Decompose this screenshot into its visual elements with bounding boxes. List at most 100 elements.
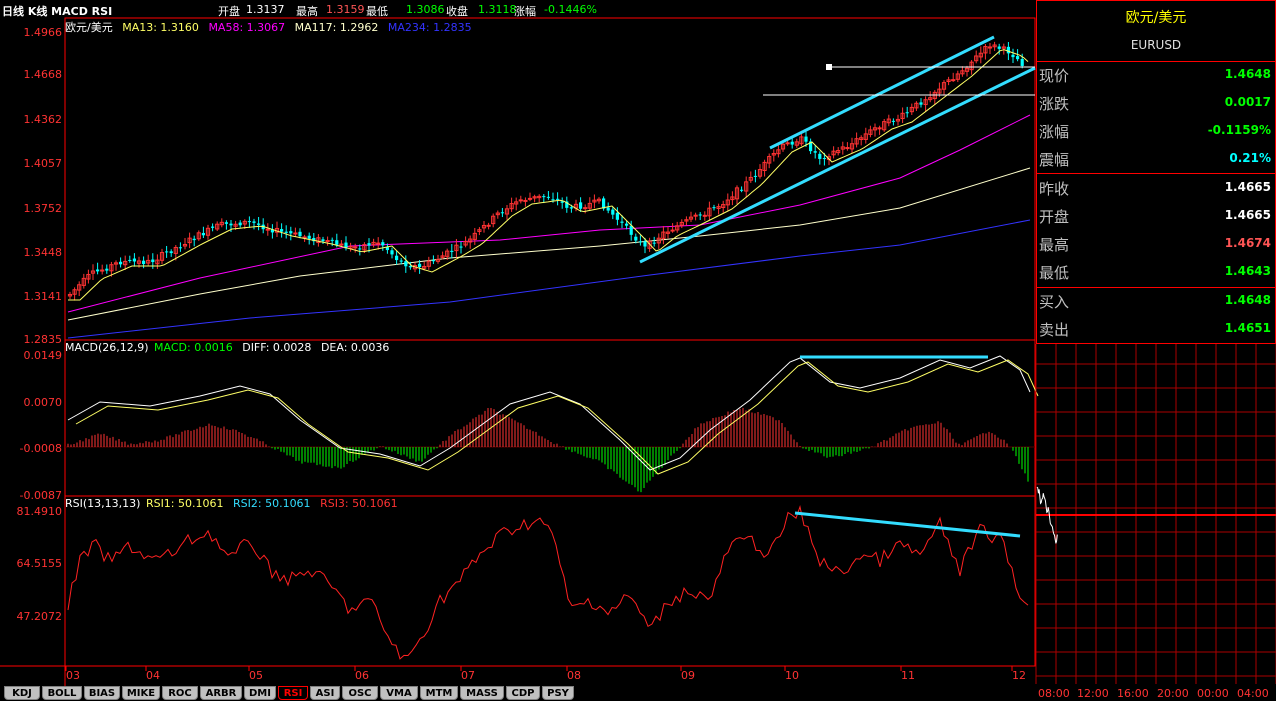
candle-body: [845, 147, 850, 150]
ma234-label: MA234: 1.2835: [387, 21, 472, 34]
macd-legend: MACD(26,12,9) MACD: 0.0016 DIFF: 0.0028 …: [65, 341, 395, 354]
macd-value: MACD: 0.0016: [154, 341, 233, 354]
x-tick-label: 09: [681, 669, 695, 682]
quote-row-label: 震幅: [1039, 151, 1070, 169]
quote-row-value: 1.4674: [1224, 236, 1271, 250]
rsi1-value: RSI1: 50.1061: [145, 497, 224, 510]
tab-bias[interactable]: BIAS: [84, 686, 120, 700]
candle-body: [698, 214, 702, 216]
tab-dmi[interactable]: DMI: [244, 686, 276, 700]
candle-body: [891, 120, 895, 122]
quote-row-bid: 买入 1.4648: [1037, 287, 1275, 315]
quote-row-value: -0.1159%: [1207, 123, 1271, 137]
macd-y-tick-label: 0.0070: [23, 396, 63, 409]
rsi-trend-line: [794, 511, 1021, 538]
candle-body: [211, 226, 215, 228]
x-tick-label: 04: [146, 669, 160, 682]
candle-body: [560, 201, 564, 203]
quote-row-change: 涨跌 0.0017: [1037, 89, 1275, 117]
ma234-path: [67, 219, 1031, 339]
quote-row-label: 涨幅: [1039, 123, 1070, 141]
y-tick-label: 1.3448: [23, 246, 63, 259]
tab-osc[interactable]: OSC: [342, 686, 378, 700]
tab-roc[interactable]: ROC: [162, 686, 198, 700]
quote-row-ask: 卖出 1.4651: [1037, 315, 1275, 343]
quote-row-value: 1.4651: [1224, 321, 1271, 335]
candle-body: [247, 221, 251, 223]
macd-title: MACD(26,12,9): [65, 341, 149, 354]
candle-body: [418, 263, 422, 267]
rsi3-value: RSI3: 50.1061: [320, 497, 398, 510]
channel-upper-line: [769, 35, 995, 150]
y-tick-label: 1.2835: [23, 333, 63, 346]
tab-mass[interactable]: MASS: [460, 686, 504, 700]
candle-body: [1020, 58, 1024, 66]
quote-row-high: 最高 1.4674: [1037, 230, 1275, 258]
intraday-time-label: 12:00: [1077, 687, 1109, 700]
candle-body: [395, 255, 399, 261]
candle-body: [224, 222, 228, 224]
rsi-path: [67, 504, 1029, 660]
candle-body: [527, 197, 533, 200]
x-tick-label: 08: [567, 669, 581, 682]
intraday-time-label: 00:00: [1197, 687, 1229, 700]
rsi-line: [67, 504, 1029, 660]
tab-mtm[interactable]: MTM: [420, 686, 458, 700]
quote-panel: 欧元/美元 EURUSD 现价 1.4648 涨跌 0.0017 涨幅 -0.1159…: [1036, 0, 1276, 344]
x-tick-label: 07: [461, 669, 475, 682]
candle-body: [339, 243, 344, 246]
tab-arbr[interactable]: ARBR: [200, 686, 242, 700]
candle-body: [399, 260, 403, 262]
rsi2-value: RSI2: 50.1061: [233, 497, 311, 510]
quote-code: EURUSD: [1130, 38, 1182, 52]
candle-body: [579, 202, 583, 209]
tab-boll[interactable]: BOLL: [42, 686, 82, 700]
quote-row-low: 最低 1.4643: [1037, 258, 1275, 286]
candle-body: [1016, 56, 1020, 60]
ma234-line: [67, 219, 1031, 339]
candle-body: [381, 242, 385, 246]
candle-body: [583, 207, 588, 210]
candle-body: [325, 240, 330, 243]
quote-row-label: 最高: [1039, 236, 1070, 254]
candle-body: [1011, 54, 1015, 58]
quote-row-value: 0.21%: [1229, 151, 1271, 165]
tab-rsi[interactable]: RSI: [278, 686, 308, 700]
macd-y-tick-label: 0.0149: [23, 349, 63, 362]
horizontal-line-handle[interactable]: [826, 64, 832, 70]
tab-vma[interactable]: VMA: [380, 686, 418, 700]
candle-body: [257, 223, 261, 225]
candle-body: [997, 46, 1001, 49]
candle-body: [169, 251, 173, 254]
candle-body: [165, 251, 169, 253]
intraday-time-label: 08:00: [1038, 687, 1070, 700]
indicator-tabs: KDJ BOLL BIAS MIKE ROC ARBR DMI RSI ASI …: [0, 686, 1036, 701]
tab-cdp[interactable]: CDP: [506, 686, 540, 700]
quote-row-amplitude: 震幅 0.21%: [1037, 145, 1275, 173]
tab-mike[interactable]: MIKE: [122, 686, 160, 700]
candle-body: [178, 247, 182, 249]
candle-body: [404, 261, 408, 267]
x-tick-marks: [65, 666, 1013, 671]
tab-asi[interactable]: ASI: [310, 686, 340, 700]
quote-row-label: 卖出: [1039, 321, 1070, 339]
candle-body: [629, 225, 633, 235]
candle-body: [201, 232, 205, 236]
candle-body: [634, 236, 638, 241]
candle-body: [620, 221, 624, 223]
candle-body: [556, 198, 560, 200]
candle-body: [289, 231, 293, 234]
ma13-line: [68, 49, 1029, 301]
candle-body: [569, 207, 573, 209]
candle-body: [813, 151, 817, 153]
tab-psy[interactable]: PSY: [542, 686, 574, 700]
candle-body: [192, 238, 196, 241]
candle-body: [753, 175, 757, 177]
tab-kdj[interactable]: KDJ: [4, 686, 40, 700]
intraday-grid: [1035, 344, 1276, 684]
quote-row-current: 现价 1.4648: [1037, 61, 1275, 89]
candle-body: [693, 214, 698, 217]
candle-body: [238, 222, 242, 226]
candle-body: [119, 261, 123, 265]
ma13-path: [68, 49, 1029, 301]
